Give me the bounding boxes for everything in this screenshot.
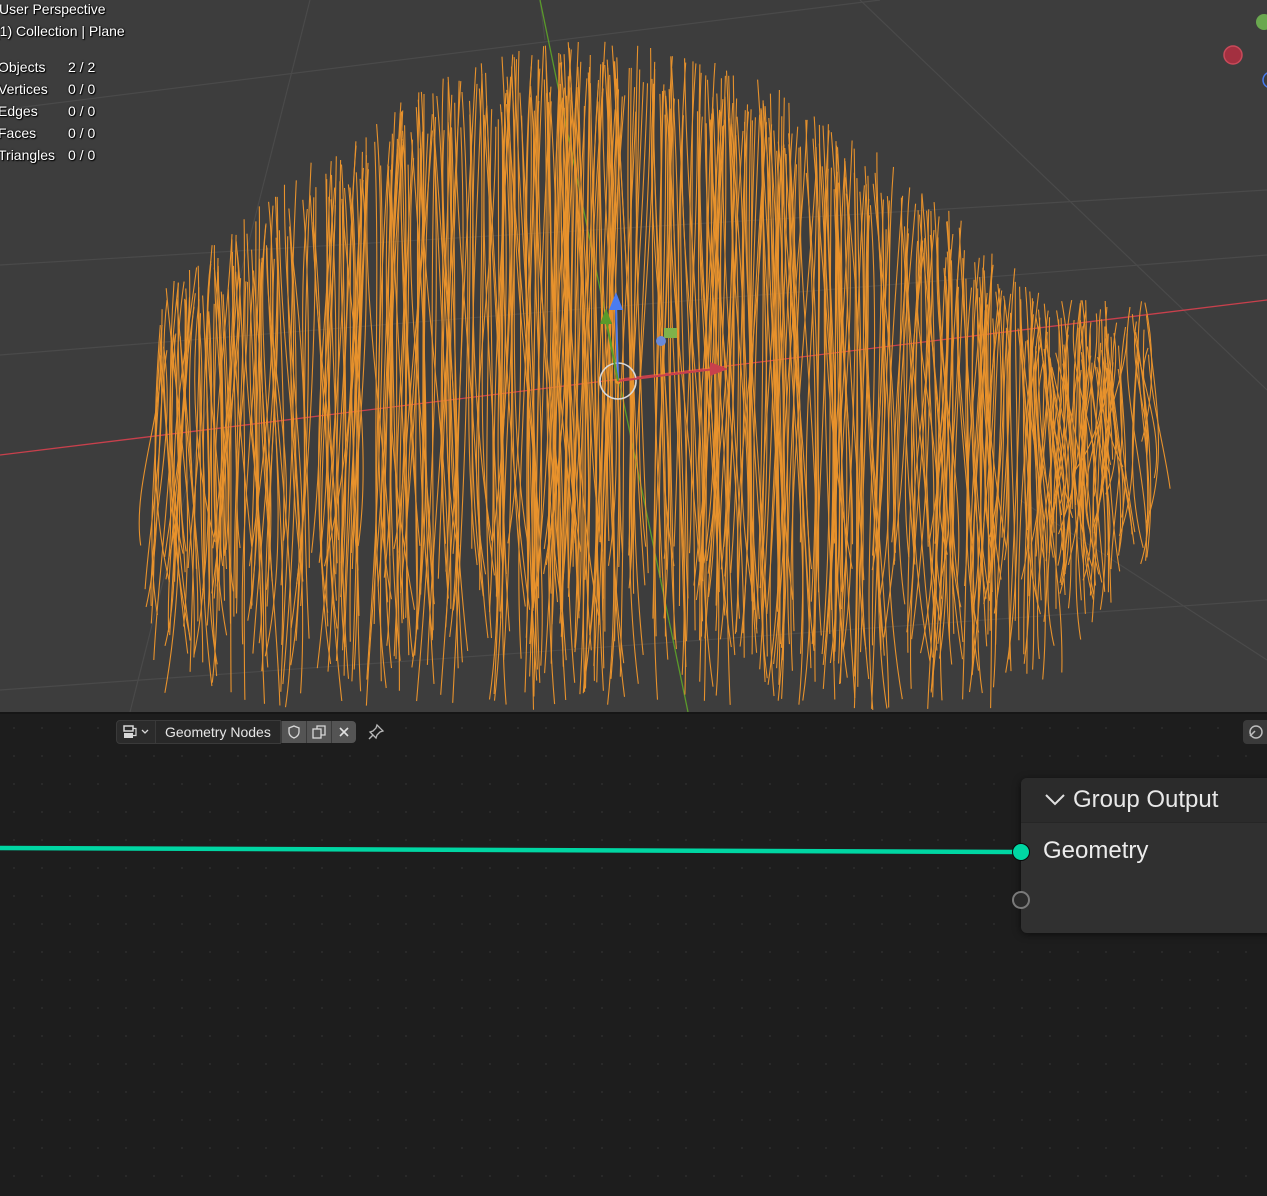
node-header[interactable]: Group Output	[1021, 778, 1267, 823]
stat-label: Edges	[0, 103, 38, 119]
node-title: Group Output	[1073, 786, 1219, 813]
collection-info: (1) Collection | Plane	[0, 23, 125, 39]
stat-triangles: Triangles 0 / 0	[0, 144, 128, 166]
stat-faces: Faces 0 / 0	[0, 122, 128, 144]
node-editor[interactable]: Geometry Nodes Group Output Geometry	[0, 714, 1267, 1196]
viewport-scene[interactable]	[0, 0, 1267, 712]
hair-strand	[312, 197, 337, 575]
hair-strand	[236, 281, 249, 549]
stat-vertices: Vertices 0 / 0	[0, 78, 128, 100]
grid-line	[0, 599, 1267, 691]
stat-value: 0 / 0	[68, 125, 96, 141]
node-body: Geometry	[1012, 823, 1267, 933]
stat-value: 0 / 0	[68, 81, 96, 97]
nav-gizmo-z-icon	[1262, 72, 1267, 88]
geometry-input-socket[interactable]	[1012, 843, 1030, 861]
stat-label: Objects	[0, 59, 46, 75]
hair-strand	[290, 180, 304, 582]
chevron-down-icon	[1045, 794, 1065, 806]
stat-value: 2 / 2	[68, 59, 96, 75]
socket-label: Geometry	[1043, 837, 1149, 864]
hair-strand	[630, 82, 644, 549]
hair-strand	[798, 147, 817, 644]
nav-gizmo-x-icon	[1223, 45, 1243, 65]
hair-strand	[888, 166, 895, 565]
stat-objects: Objects 2 / 2	[0, 56, 128, 78]
stat-label: Triangles	[0, 147, 56, 163]
3d-viewport[interactable]: User Perspective (1) Collection | Plane …	[0, 0, 1267, 712]
stat-label: Faces	[0, 125, 37, 141]
stat-edges: Edges 0 / 0	[0, 100, 128, 122]
empty-input-socket[interactable]	[1012, 891, 1030, 909]
grid-line	[0, 0, 881, 111]
nav-gizmo-y-icon	[1256, 14, 1267, 30]
stat-value: 0 / 0	[68, 103, 96, 119]
gizmo-plane-handle	[656, 336, 666, 346]
gizmo-plane-handle	[664, 328, 677, 338]
grid-line	[0, 189, 1267, 266]
stat-value: 0 / 0	[68, 147, 96, 163]
hair-strand	[309, 195, 337, 601]
statistics-overlay: Objects 2 / 2 Vertices 0 / 0 Edges 0 / 0…	[0, 56, 128, 166]
group-output-node[interactable]: Group Output Geometry	[1012, 778, 1267, 933]
view-name: User Perspective	[0, 1, 106, 17]
collapse-toggle[interactable]	[1043, 788, 1067, 812]
geometry-link-line[interactable]	[0, 845, 1022, 855]
stat-label: Vertices	[0, 81, 48, 97]
